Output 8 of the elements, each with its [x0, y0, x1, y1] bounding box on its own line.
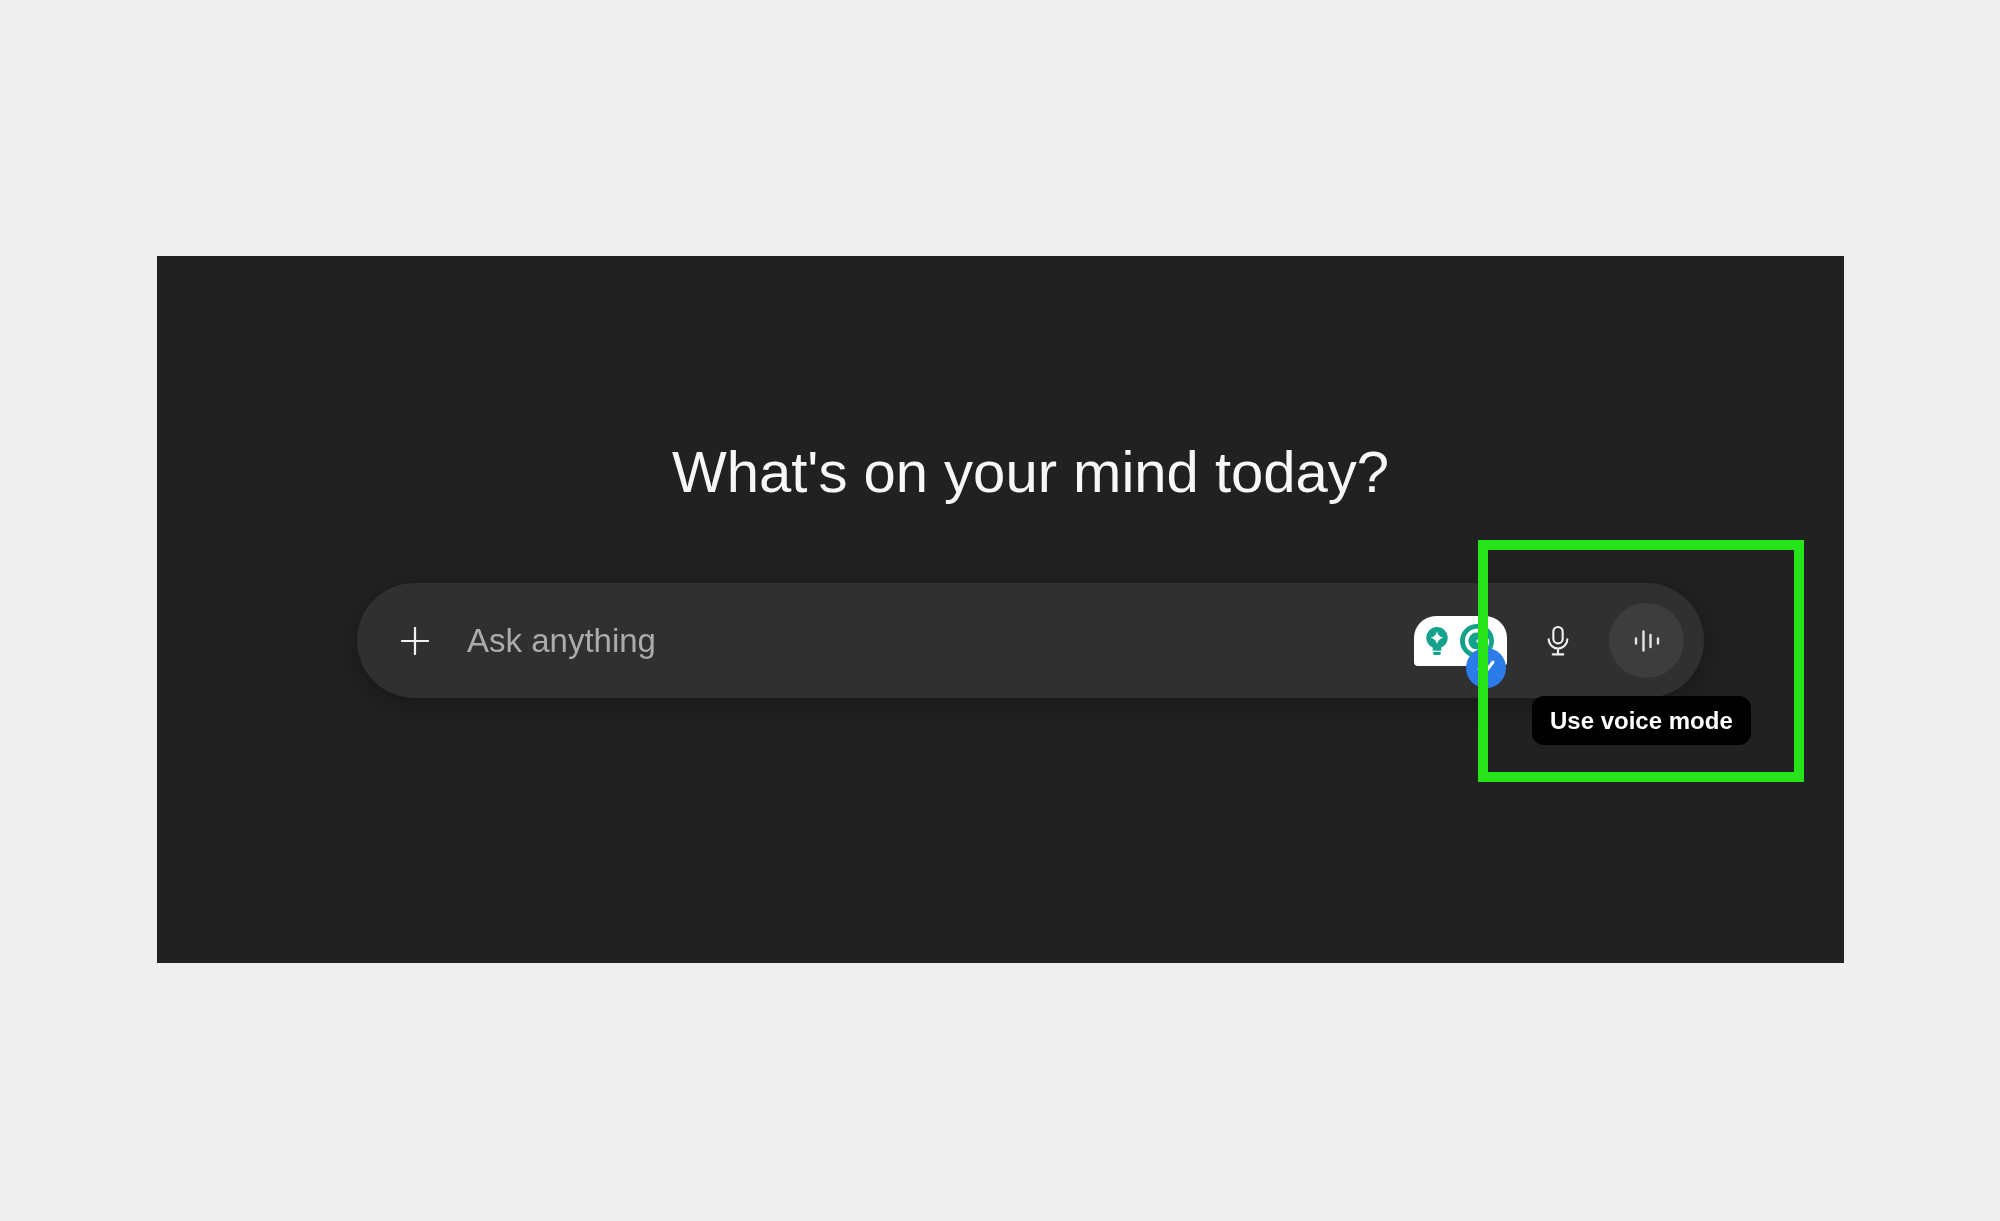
plus-icon [401, 626, 429, 655]
input-field[interactable]: Ask anything [467, 610, 1414, 671]
waveform-icon [1633, 629, 1660, 652]
tooltip: Use voice mode [1532, 696, 1751, 745]
lightbulb-icon [1424, 625, 1450, 656]
message-composer[interactable]: Ask anything [357, 583, 1704, 698]
page-heading: What's on your mind today? [671, 438, 1390, 506]
check-badge-icon [1466, 647, 1506, 688]
